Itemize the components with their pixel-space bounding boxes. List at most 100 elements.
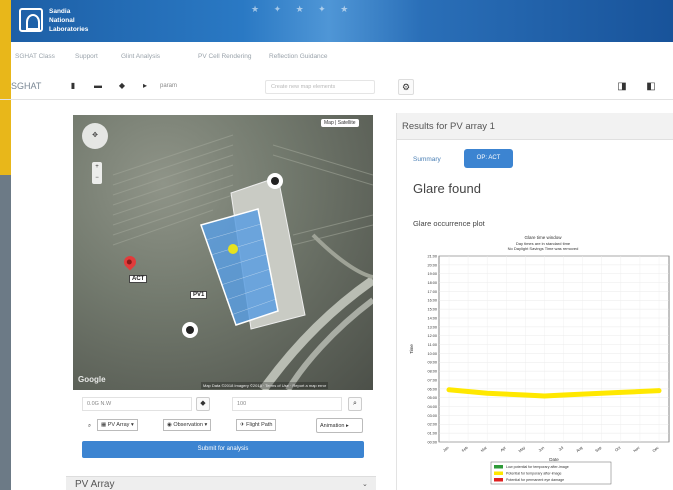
glare-point	[523, 392, 528, 398]
zoom-in-icon[interactable]: +	[92, 162, 102, 173]
y-tick-label: 16:00	[427, 299, 437, 303]
settings-gear-icon[interactable]: ⚙	[398, 79, 414, 95]
y-axis-label: Time	[409, 344, 414, 354]
legend-swatch	[494, 471, 503, 475]
site-header: Sandia National Laboratories ★ ✦ ★ ✦ ★	[11, 0, 673, 42]
flight-path-button[interactable]: ✈ Flight Path	[236, 419, 277, 431]
nav-item[interactable]: PV Cell Rendering	[198, 53, 251, 60]
x-tick-label: Mar	[480, 445, 488, 453]
nav-item[interactable]: SGHAT Class	[15, 53, 55, 60]
height-input[interactable]: 100	[232, 397, 342, 411]
app-toolbar: SGHAT ▮ ▬ ◆ ▸ param Create new map eleme…	[0, 74, 673, 100]
map-search-input[interactable]: Create new map elements	[265, 80, 375, 94]
satellite-map[interactable]: Map | Satellite ✥ + − ACT PV1 Google Map…	[73, 115, 373, 390]
y-tick-label: 08:00	[427, 370, 437, 374]
legend-swatch	[494, 478, 503, 482]
nav-item[interactable]: Support	[75, 53, 98, 60]
observation-point-label: ACT	[129, 275, 148, 283]
x-tick-label: May	[518, 446, 526, 454]
x-axis-label: Date	[549, 457, 559, 462]
results-panel: Results for PV array 1 Summary OP: ACT G…	[396, 113, 673, 490]
glare-point	[504, 391, 509, 397]
x-tick-label: Dec	[652, 446, 660, 453]
y-tick-label: 14:00	[427, 316, 437, 320]
y-tick-label: 17:00	[427, 290, 437, 294]
results-header: Results for PV array 1	[397, 113, 673, 140]
tab-summary[interactable]: Summary	[413, 156, 441, 163]
glare-point	[561, 392, 566, 398]
panel-view-icon[interactable]: ◧	[645, 80, 657, 93]
pv-array-section-title: PV Array	[75, 479, 115, 490]
glare-point	[599, 391, 604, 396]
pv-array-section-header[interactable]: PV Array ⌄	[66, 476, 376, 490]
zoom-control[interactable]: + −	[92, 162, 102, 184]
org-line: National	[49, 17, 75, 24]
flight-path-button-label: Flight Path	[246, 422, 273, 428]
animation-button[interactable]: Animation ▸	[316, 418, 363, 433]
map-credits[interactable]: Map Data ©2018 Imagery ©2018 · Terms of …	[201, 382, 329, 389]
pan-control-icon[interactable]: ✥	[82, 123, 108, 149]
y-tick-label: 05:00	[427, 396, 437, 400]
y-tick-label: 20:00	[427, 263, 437, 267]
x-tick-label: Sep	[595, 446, 603, 453]
y-tick-label: 07:00	[427, 378, 437, 382]
chart-title: Glare time window	[524, 235, 562, 240]
flag-icon[interactable]: ▸	[140, 81, 150, 91]
y-tick-label: 18:00	[427, 281, 437, 285]
legend-label: Potential for temporary after-image	[506, 472, 562, 476]
map-type-toggle[interactable]: Map | Satellite	[321, 119, 359, 127]
x-tick-label: Jun	[538, 446, 545, 453]
google-logo: Google	[78, 375, 106, 384]
pv-array-button[interactable]: ▦ PV Array ▾	[97, 419, 138, 431]
pv-array-centroid	[228, 244, 238, 254]
y-tick-label: 09:00	[427, 361, 437, 365]
chart-subtitle: No Daylight Savings Time was removed	[508, 246, 579, 251]
y-axis-ticks: 21:00 20:00 19:00 18:00 17:00 16:00 15:00 14:00…	[427, 254, 437, 444]
new-file-icon[interactable]: ▮	[68, 81, 78, 91]
glare-point	[446, 387, 452, 392]
location-search-icon[interactable]: ⌕	[88, 423, 91, 430]
nav-item[interactable]: Glint Analysis	[121, 53, 160, 60]
x-tick-label: Jan	[442, 446, 449, 453]
glare-point	[542, 393, 547, 399]
y-tick-label: 11:00	[428, 343, 437, 347]
observation-button-label: Observation	[173, 422, 203, 428]
y-tick-label: 03:00	[427, 414, 437, 418]
y-tick-label: 21:00	[427, 254, 437, 258]
chevron-down-icon[interactable]: ⌄	[362, 480, 368, 488]
y-tick-label: 15:00	[427, 308, 437, 312]
org-name: Sandia National Laboratories	[49, 7, 88, 34]
submit-analysis-button[interactable]: Submit for analysis	[82, 441, 364, 458]
coordinate-input[interactable]: 0.0G N.W	[82, 397, 192, 411]
y-tick-label: 19:00	[427, 272, 437, 276]
legend-label: Low potential for temporary after-image	[506, 465, 569, 469]
plot-heading: Glare occurrence plot	[413, 219, 485, 228]
zoom-out-icon[interactable]: −	[92, 173, 102, 184]
app-title: SGHAT	[11, 81, 42, 91]
map-imagery	[112, 134, 373, 390]
observation-button[interactable]: ◉ Observation ▾	[163, 419, 212, 431]
stars-decoration: ★ ✦ ★ ✦ ★	[251, 4, 355, 14]
glare-point	[580, 391, 585, 397]
open-folder-icon[interactable]: ▬	[93, 81, 103, 91]
legend-label: Potential for permanent eye damage	[506, 478, 564, 482]
split-view-icon[interactable]: ◨	[616, 80, 628, 93]
y-tick-label: 00:00	[427, 440, 437, 444]
coordinate-stepper-icon[interactable]: ◆	[196, 397, 210, 411]
sandia-logo-icon[interactable]	[19, 8, 43, 32]
nav-item[interactable]: Reflection Guidance	[269, 53, 328, 60]
pv-array-button-label: PV Array	[107, 422, 130, 428]
x-tick-label: Feb	[461, 446, 469, 453]
glare-point	[656, 388, 662, 393]
tab-observation-point[interactable]: OP: ACT	[464, 149, 513, 168]
chart-legend: Low potential for temporary after-image P…	[490, 461, 612, 485]
plot-area	[438, 255, 670, 443]
org-line: Laboratories	[49, 26, 89, 33]
results-title: Results for PV array 1	[402, 121, 495, 132]
marker-icon[interactable]: ◆	[117, 81, 127, 91]
y-tick-label: 01:00	[427, 432, 437, 436]
glare-status: Glare found	[413, 181, 481, 196]
y-tick-label: 12:00	[427, 334, 437, 338]
x-tick-label: Aug	[576, 446, 584, 453]
search-icon[interactable]: ⌕	[348, 397, 362, 411]
